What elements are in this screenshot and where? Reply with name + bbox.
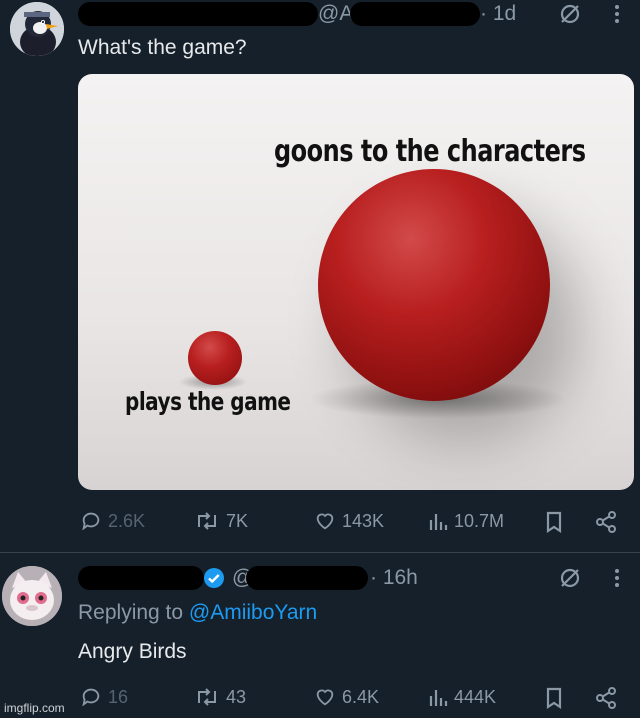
redacted-handle xyxy=(350,2,480,26)
tweet-text: Angry Birds xyxy=(78,640,187,663)
like-count: 143K xyxy=(342,510,385,531)
tweet-image[interactable]: goons to the characters plays the game xyxy=(78,74,634,490)
redacted-display-name xyxy=(78,566,204,590)
share-icon[interactable] xyxy=(594,686,618,715)
repost-count: 7K xyxy=(226,510,249,531)
avatar[interactable] xyxy=(10,2,64,56)
small-red-ball xyxy=(188,331,242,385)
repost-icon xyxy=(198,512,216,530)
views-button[interactable]: 444K xyxy=(428,686,496,708)
timestamp[interactable]: · 1d xyxy=(480,2,516,26)
replying-to-prefix: Replying to xyxy=(78,601,184,624)
views-icon xyxy=(429,690,448,706)
more-options-icon[interactable] xyxy=(612,2,622,31)
big-red-ball xyxy=(318,169,550,401)
tweet-divider xyxy=(0,552,640,553)
cat-avatar-icon xyxy=(2,566,62,626)
redacted-handle xyxy=(246,566,368,590)
views-icon xyxy=(429,514,448,530)
grok-icon[interactable] xyxy=(558,566,582,595)
repost-button[interactable]: 43 xyxy=(194,686,246,708)
like-count: 6.4K xyxy=(342,686,380,707)
grok-icon[interactable] xyxy=(558,2,582,31)
reply-button[interactable]: 2.6K xyxy=(80,510,145,532)
reply-count: 2.6K xyxy=(108,510,146,531)
view-count: 444K xyxy=(454,686,497,707)
verified-badge-icon xyxy=(202,566,226,595)
more-options-icon[interactable] xyxy=(612,566,622,595)
label-big-ball: goons to the characters xyxy=(274,133,586,169)
like-button[interactable]: 143K xyxy=(314,510,384,532)
heart-icon xyxy=(316,513,334,530)
penguin-avatar-icon xyxy=(10,2,64,56)
reply-icon xyxy=(82,688,100,707)
watermark: imgflip.com xyxy=(4,701,65,715)
replying-to-line: Replying to @AmiiboYarn xyxy=(78,601,317,625)
bookmark-icon[interactable] xyxy=(544,686,564,715)
repost-icon xyxy=(198,688,216,706)
share-icon[interactable] xyxy=(594,510,618,539)
reply-button[interactable]: 16 xyxy=(80,686,128,708)
bookmark-icon[interactable] xyxy=(544,510,564,539)
avatar[interactable] xyxy=(2,566,62,626)
view-count: 10.7M xyxy=(454,510,505,531)
views-button[interactable]: 10.7M xyxy=(428,510,504,532)
heart-icon xyxy=(316,689,334,706)
username-handle[interactable]: @A xyxy=(318,2,353,26)
reply-icon xyxy=(82,512,100,531)
redacted-display-name xyxy=(78,2,318,26)
timestamp[interactable]: · 16h xyxy=(370,566,418,590)
tweet-text: What's the game? xyxy=(78,36,247,59)
label-small-ball: plays the game xyxy=(125,386,291,416)
repost-button[interactable]: 7K xyxy=(194,510,248,532)
repost-count: 43 xyxy=(226,686,247,707)
mention-link[interactable]: @AmiiboYarn xyxy=(189,601,317,624)
like-button[interactable]: 6.4K xyxy=(314,686,379,708)
reply-count: 16 xyxy=(108,686,129,707)
